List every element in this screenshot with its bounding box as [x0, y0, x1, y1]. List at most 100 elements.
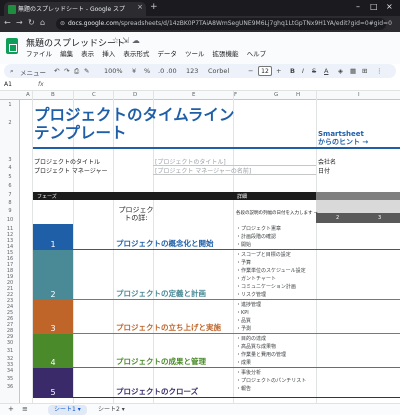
- font-size-decrease-icon[interactable]: −: [248, 67, 253, 75]
- column-header[interactable]: E: [192, 92, 195, 98]
- strikethrough-icon[interactable]: S: [312, 67, 316, 75]
- new-tab-icon[interactable]: +: [150, 2, 158, 12]
- row-header[interactable]: 3: [0, 157, 20, 163]
- font-size-increase-icon[interactable]: +: [276, 67, 281, 75]
- row-header[interactable]: 9: [0, 208, 20, 214]
- print-icon[interactable]: ⎙: [74, 67, 79, 76]
- column-header[interactable]: F: [234, 92, 237, 98]
- column-header[interactable]: H: [296, 92, 300, 98]
- sheet-tab-2[interactable]: シート2 ▾: [92, 405, 131, 415]
- close-tab-icon[interactable]: ×: [137, 3, 143, 11]
- redo-icon[interactable]: ↷: [64, 67, 69, 75]
- task-item[interactable]: ・成果: [236, 359, 251, 366]
- menu-extensions[interactable]: 拡張機能: [213, 50, 239, 58]
- star-icon[interactable]: ☆: [112, 36, 122, 45]
- task-item[interactable]: ・予測: [236, 325, 251, 332]
- task-item[interactable]: ・計画段階の確認: [236, 233, 276, 240]
- row-header[interactable]: 31: [0, 348, 20, 354]
- home-icon[interactable]: ⌂: [40, 18, 45, 27]
- menu-tools[interactable]: ツール: [185, 50, 205, 58]
- bold-icon[interactable]: B: [290, 67, 295, 75]
- task-item[interactable]: ・作業量と費用の管理: [236, 351, 286, 358]
- minimize-icon[interactable]: –: [356, 2, 360, 11]
- task-item[interactable]: ・事後分析: [236, 369, 261, 376]
- borders-icon[interactable]: ▦: [350, 67, 356, 75]
- name-box[interactable]: A1: [4, 81, 12, 88]
- task-item[interactable]: ・高品質な成果物: [236, 343, 276, 350]
- task-item[interactable]: ・プロジェクト憲章: [236, 225, 281, 232]
- task-item[interactable]: ・KPI: [236, 309, 249, 316]
- paint-format-icon[interactable]: ✎: [84, 67, 89, 75]
- row-header[interactable]: 4: [0, 165, 20, 171]
- text-color-icon[interactable]: A: [324, 67, 328, 75]
- task-item[interactable]: ・プロジェクトのパンチリスト: [236, 377, 306, 384]
- site-info-icon[interactable]: ⊜: [60, 20, 65, 27]
- menu-format[interactable]: 表示形式: [123, 50, 149, 58]
- italic-icon[interactable]: I: [302, 67, 304, 75]
- column-header[interactable]: C: [92, 92, 96, 98]
- sheet-tab-1[interactable]: シート1 ▾: [48, 405, 87, 415]
- url-bar[interactable]: ⊜ docs.google.com/spreadsheets/d/14zBK0P…: [56, 18, 392, 30]
- all-sheets-icon[interactable]: ≡: [22, 405, 28, 413]
- more-options-icon[interactable]: ⋮: [376, 67, 383, 75]
- search-menu-icon[interactable]: ⌕: [10, 67, 14, 76]
- decimal-buttons[interactable]: .0 .00: [158, 67, 177, 75]
- sheets-logo-icon[interactable]: [6, 38, 18, 54]
- task-item[interactable]: ・ガントチャート: [236, 275, 276, 282]
- smartsheet-tip-link[interactable]: Smartsheet からのヒント →: [318, 130, 368, 146]
- row-header[interactable]: 30: [0, 340, 20, 346]
- row-header[interactable]: 10: [0, 217, 20, 223]
- add-sheet-icon[interactable]: +: [8, 405, 14, 413]
- menu-data[interactable]: データ: [157, 50, 177, 58]
- row-header[interactable]: 1: [0, 102, 20, 108]
- column-header[interactable]: B: [51, 92, 55, 98]
- menu-edit[interactable]: 編集: [60, 50, 73, 58]
- row-header[interactable]: 7: [0, 192, 20, 198]
- column-header[interactable]: I: [358, 92, 360, 98]
- menu-file[interactable]: ファイル: [26, 50, 52, 58]
- task-item[interactable]: ・目的の達成: [236, 335, 266, 342]
- font-size-input[interactable]: 12: [258, 66, 272, 76]
- menu-insert[interactable]: 挿入: [102, 50, 115, 58]
- zoom-select[interactable]: 100%: [104, 67, 123, 75]
- menu-view[interactable]: 表示: [81, 50, 94, 58]
- task-item[interactable]: ・品質: [236, 317, 251, 324]
- row-header[interactable]: 6: [0, 183, 20, 189]
- browser-tab[interactable]: 無題のスプレッドシート - Google スプ ×: [4, 2, 146, 16]
- reload-icon[interactable]: ↻: [28, 18, 35, 27]
- move-icon[interactable]: ⇲: [122, 36, 132, 45]
- column-header[interactable]: D: [133, 92, 137, 98]
- task-item[interactable]: ・リスク管理: [236, 291, 266, 298]
- maximize-icon[interactable]: □: [370, 2, 378, 11]
- column-header[interactable]: A: [26, 92, 30, 98]
- task-item[interactable]: ・作業単位のスケジュール設定: [236, 267, 306, 274]
- row-header[interactable]: 8: [0, 200, 20, 206]
- task-item[interactable]: ・コミュニケーション計画: [236, 283, 296, 290]
- row-header[interactable]: 34: [0, 368, 20, 374]
- merge-cells-icon[interactable]: ⊞: [362, 67, 367, 75]
- menu-help[interactable]: ヘルプ: [247, 50, 267, 58]
- cloud-status-icon[interactable]: ☁: [132, 36, 143, 45]
- task-item[interactable]: ・予算: [236, 259, 251, 266]
- phase-number: 5: [50, 388, 56, 397]
- search-menus-label[interactable]: メニュー: [20, 67, 46, 77]
- row-header[interactable]: 5: [0, 174, 20, 180]
- font-family-select[interactable]: Corbel: [208, 67, 229, 75]
- company-label: 会社名: [318, 159, 337, 166]
- row-header[interactable]: 2: [0, 120, 20, 126]
- currency-format-button[interactable]: ¥: [132, 67, 136, 75]
- task-item[interactable]: ・進捗管理: [236, 301, 261, 308]
- task-item[interactable]: ・スコープと目標の設定: [236, 251, 291, 258]
- row-header[interactable]: 35: [0, 376, 20, 382]
- column-header[interactable]: G: [274, 92, 278, 98]
- task-item[interactable]: ・報告: [236, 385, 251, 392]
- row-header[interactable]: 36: [0, 384, 20, 390]
- window-close-icon[interactable]: ×: [386, 2, 393, 11]
- task-item[interactable]: ・開始: [236, 241, 251, 248]
- fill-color-icon[interactable]: ◈: [338, 67, 343, 75]
- forward-icon[interactable]: →: [16, 18, 23, 27]
- percent-format-button[interactable]: %: [144, 67, 150, 75]
- undo-icon[interactable]: ↶: [54, 67, 59, 75]
- back-icon[interactable]: ←: [4, 18, 11, 27]
- number-format-button[interactable]: 123: [186, 67, 198, 75]
